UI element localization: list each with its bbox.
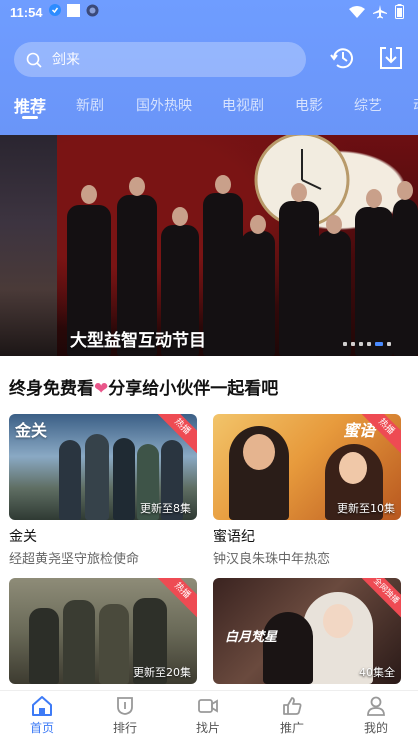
nav-find-videos-label: 找片 <box>195 721 220 735</box>
nav-ranking[interactable]: 排行 <box>95 695 155 736</box>
tab-movies[interactable]: 电影 <box>295 95 323 115</box>
airplane-mode-icon <box>373 4 387 18</box>
section-title: 终身免费看❤分享给小伙伴一起看吧 <box>9 374 278 399</box>
nav-find-videos[interactable]: 找片 <box>178 695 238 736</box>
previous-slide-preview[interactable] <box>0 135 57 356</box>
nav-promote-label: 推广 <box>279 721 304 735</box>
search-bar[interactable] <box>14 42 306 77</box>
tab-foreign-hits[interactable]: 国外热映 <box>136 95 192 115</box>
carousel-dot[interactable] <box>343 342 347 346</box>
show-thumbnail[interactable]: 热播 更新至20集 <box>9 578 197 684</box>
home-icon <box>32 696 52 716</box>
nav-promote[interactable]: 推广 <box>262 695 322 736</box>
tab-anime[interactable]: 动 <box>413 95 418 115</box>
show-card[interactable]: 蜜语 热播 更新至10集 蜜语纪 钟汉良朱珠中年热恋 <box>213 414 401 567</box>
show-title[interactable]: 蜜语纪 <box>213 526 255 546</box>
show-card[interactable]: 白月梵星 全网独播 40集全 <box>213 578 401 690</box>
show-description: 钟汉良朱珠中年热恋 <box>213 552 331 567</box>
episode-update: 更新至10集 <box>337 502 395 515</box>
show-title[interactable]: 金关 <box>9 526 37 546</box>
thumbs-up-icon <box>283 697 302 715</box>
nav-profile-label: 我的 <box>363 721 388 735</box>
section-title-prefix: 终身免费看 <box>9 379 94 399</box>
category-tabs: 推荐 新剧 国外热映 电视剧 电影 综艺 动 <box>0 92 418 118</box>
banner-carousel[interactable]: 大型益智互动节目 <box>0 135 418 356</box>
show-thumbnail[interactable]: 金关 热播 更新至8集 <box>9 414 197 520</box>
show-thumbnail[interactable]: 蜜语 热播 更新至10集 <box>213 414 401 520</box>
show-thumbnail[interactable]: 白月梵星 全网独播 40集全 <box>213 578 401 684</box>
user-icon <box>367 696 385 716</box>
download-button[interactable] <box>377 44 407 74</box>
battery-icon <box>395 4 404 19</box>
show-card[interactable]: 金关 热播 更新至8集 金关 经超黄尧坚守旅检使命 <box>9 414 197 567</box>
app-notification-icon <box>66 3 80 21</box>
status-time: 11:54 <box>10 4 43 20</box>
tab-variety[interactable]: 综艺 <box>354 95 382 115</box>
show-logo-text: 金关 <box>15 421 48 440</box>
active-tab-indicator <box>22 116 38 119</box>
search-icon <box>26 52 42 68</box>
status-bar: 11:54 <box>0 0 418 24</box>
nav-profile[interactable]: 我的 <box>346 695 406 736</box>
header: 11:54 推荐 新剧 <box>0 0 418 135</box>
download-icon <box>380 47 402 69</box>
show-description: 经超黄尧坚守旅检使命 <box>9 552 140 567</box>
carousel-dot[interactable] <box>351 342 355 346</box>
notification-icon <box>48 4 61 20</box>
tab-new-drama[interactable]: 新剧 <box>76 95 104 115</box>
section-title-suffix: 分享给小伙伴一起看吧 <box>108 379 279 399</box>
globe-notification-icon <box>86 4 99 21</box>
carousel-dot[interactable] <box>387 342 391 346</box>
carousel-dot-active[interactable] <box>375 342 383 346</box>
carousel-dot[interactable] <box>359 342 363 346</box>
status-icons <box>349 4 404 19</box>
video-icon <box>198 699 218 713</box>
nav-home-label: 首页 <box>29 721 54 735</box>
nav-home[interactable]: 首页 <box>12 695 72 736</box>
episode-update: 更新至8集 <box>140 502 191 515</box>
tab-recommend[interactable]: 推荐 <box>14 93 46 117</box>
episode-update: 40集全 <box>359 666 395 679</box>
show-card[interactable]: 热播 更新至20集 <box>9 578 197 690</box>
wifi-icon <box>349 5 365 18</box>
banner-title: 大型益智互动节目 <box>70 331 206 351</box>
ranking-icon <box>117 697 133 715</box>
carousel-indicators <box>343 342 391 346</box>
bottom-navigation: 首页 排行 找片 推广 我的 <box>0 690 418 743</box>
search-input[interactable] <box>52 51 272 68</box>
show-logo-text: 白月梵星 <box>225 630 278 645</box>
tab-tv-series[interactable]: 电视剧 <box>222 95 264 115</box>
history-icon <box>330 48 353 69</box>
nav-ranking-label: 排行 <box>112 721 137 735</box>
episode-update: 更新至20集 <box>133 666 191 679</box>
banner-image[interactable] <box>57 135 418 356</box>
carousel-dot[interactable] <box>367 342 371 346</box>
history-button[interactable] <box>329 44 359 74</box>
heart-icon: ❤ <box>94 379 109 399</box>
